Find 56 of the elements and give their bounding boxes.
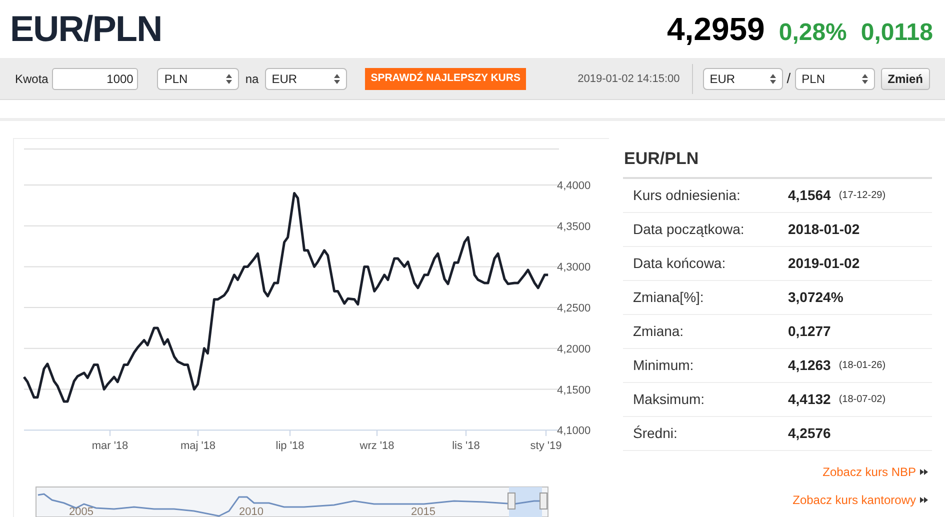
x-axis-label: lis '18 <box>452 440 480 452</box>
navigator-year-label: 2015 <box>411 506 436 517</box>
stat-value: 4,1564 <box>788 186 831 204</box>
stat-value: 0,1277 <box>788 322 831 340</box>
stat-value: 4,1263 <box>788 356 831 374</box>
x-axis-label: wrz '18 <box>360 440 394 452</box>
y-axis-label: 4,1500 <box>557 384 591 396</box>
y-axis-label: 4,3000 <box>557 262 591 274</box>
stat-value: 2018-01-02 <box>788 220 860 238</box>
stat-label: Maksimum: <box>633 390 706 408</box>
stat-label: Zmiana[%]: <box>633 288 705 307</box>
updown-icon <box>770 74 776 84</box>
y-axis-label: 4,2000 <box>557 343 591 356</box>
navigator-year-label: 2010 <box>239 506 264 517</box>
x-axis-label: mar '18 <box>92 440 128 452</box>
stat-value: 3,0724% <box>788 288 844 306</box>
stat-label: Data początkowa: <box>633 220 746 239</box>
stat-label: Data końcowa: <box>633 254 727 272</box>
navigator-year-label: 2005 <box>69 506 94 517</box>
change-percent: 0,28% <box>778 18 847 48</box>
timestamp: 2019-01-02 14:15:00 <box>578 64 693 94</box>
stat-value: 4,4132 <box>788 390 831 408</box>
y-axis-label: 4,4000 <box>557 180 591 192</box>
stat-date: (18-07-02) <box>838 392 886 406</box>
currency-select[interactable]: EUR <box>264 68 347 90</box>
apply-button[interactable]: Zmień <box>880 68 930 90</box>
stat-label: Minimum: <box>633 356 695 374</box>
separator: / <box>786 69 791 88</box>
amount-field[interactable]: 1000 <box>52 68 138 90</box>
page-title: EUR/PLN <box>10 7 162 51</box>
x-axis-label: sty '19 <box>530 440 562 452</box>
y-axis-label: 4,2500 <box>557 302 591 315</box>
stat-label: Zmiana: <box>633 322 685 340</box>
double-arrow-icon <box>920 496 928 502</box>
stat-date: (17-12-29) <box>838 188 886 202</box>
amount-label: Kwota <box>15 70 48 88</box>
change-value: 0,0118 <box>860 18 933 48</box>
current-rate: 4,2959 <box>666 10 765 49</box>
x-axis-label: lip '18 <box>276 440 304 452</box>
stat-date: (18-01-26) <box>838 358 886 372</box>
double-arrow-icon <box>920 468 928 474</box>
x-axis-label: maj '18 <box>180 440 216 452</box>
stat-value: 4,2576 <box>788 424 831 442</box>
stat-label: Kurs odniesienia: <box>633 186 742 204</box>
updown-icon <box>862 74 868 84</box>
y-axis-label: 4,1000 <box>557 425 591 438</box>
currency-select[interactable]: EUR <box>702 68 783 90</box>
stat-value: 2019-01-02 <box>788 254 860 272</box>
stats-title: EUR/PLN <box>623 146 932 178</box>
y-axis-label: 4,3500 <box>557 220 591 233</box>
currency-select[interactable]: PLN <box>157 68 240 90</box>
updown-icon <box>226 74 232 84</box>
updown-icon <box>334 74 340 84</box>
currency-select[interactable]: PLN <box>794 68 875 90</box>
to-label: na <box>245 70 259 88</box>
stat-label: Średni: <box>633 424 678 442</box>
